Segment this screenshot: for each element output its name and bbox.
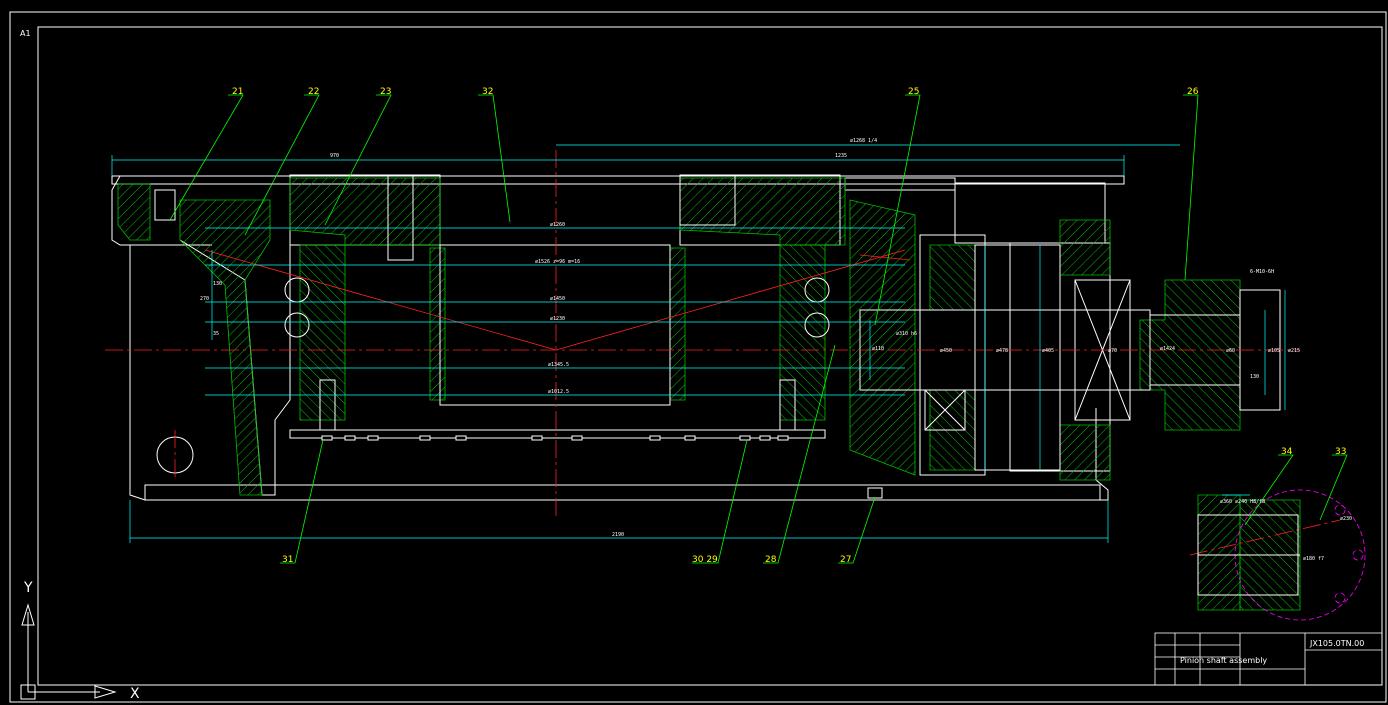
dimension-text: ∅180 f7 — [1303, 556, 1324, 562]
dimension-text: 2190 — [612, 532, 624, 538]
dimension-text: ∅70 — [1108, 348, 1117, 354]
part-label: 28 — [765, 555, 777, 565]
hatched-sections — [117, 177, 1301, 611]
dimension-text: ∅1450 — [550, 296, 565, 302]
part-label: 21 — [232, 87, 243, 97]
part-label: 34 — [1281, 447, 1293, 457]
dimension-text: 1235 — [835, 153, 847, 159]
dimension-text: ∅310 h6 — [896, 331, 917, 337]
part-label: 27 — [840, 555, 851, 565]
dimension-text: ∅1260 — [550, 222, 565, 228]
part-label: 33 — [1335, 447, 1346, 457]
dimension-text: ∅478 — [996, 348, 1008, 354]
dimension-text: ∅230 — [1340, 516, 1352, 522]
ucs-x-label: X — [130, 686, 140, 702]
part-label: 22 — [308, 87, 319, 97]
dimension-text: ∅1012.5 — [548, 389, 569, 395]
dimension-text: ∅1526 z=96 m=16 — [535, 259, 580, 265]
part-label: 32 — [482, 87, 493, 97]
ucs-y-label: Y — [23, 580, 33, 596]
part-label: 31 — [282, 555, 293, 565]
cad-drawing-canvas[interactable]: A1 21 22 23 32 25 26 31 30 29 28 27 34 3… — [0, 0, 1388, 705]
dimension-text: 130 — [213, 281, 222, 287]
dimension-text: 6-M10-6H — [1250, 269, 1274, 275]
dimension-text: ∅1230 — [550, 316, 565, 322]
part-label: 23 — [380, 87, 391, 97]
dimension-text: ∅110 — [872, 346, 884, 352]
part-label: 26 — [1187, 87, 1199, 97]
dimension-text: ∅1268 1/4 — [850, 138, 877, 144]
sheet-size-label: A1 — [20, 29, 31, 38]
drawing-number: JX105.0TN.00 — [1309, 639, 1364, 648]
dimension-text: ∅1345.5 — [548, 362, 569, 368]
dimension-text: ∅450 — [940, 348, 952, 354]
part-label: 30 29 — [692, 555, 718, 565]
dimension-text: ∅1424 — [1160, 346, 1175, 352]
bolt-row — [321, 435, 883, 499]
dimension-text: ∅60 — [1226, 348, 1235, 354]
dimension-text: 130 — [1250, 374, 1259, 380]
title-block-name: Pinion shaft assembly — [1180, 656, 1267, 665]
part-label: 25 — [908, 87, 919, 97]
dimension-text: 270 — [200, 296, 209, 302]
dimension-text: ∅360 ∅240 H8/f8 — [1220, 499, 1265, 505]
dimension-text: ∅405 — [1042, 348, 1054, 354]
dimension-text: 970 — [330, 153, 339, 159]
dimension-text: ∅215 — [1288, 348, 1300, 354]
dimension-text: ∅105 — [1268, 348, 1280, 354]
dimension-text: 35 — [213, 331, 219, 337]
